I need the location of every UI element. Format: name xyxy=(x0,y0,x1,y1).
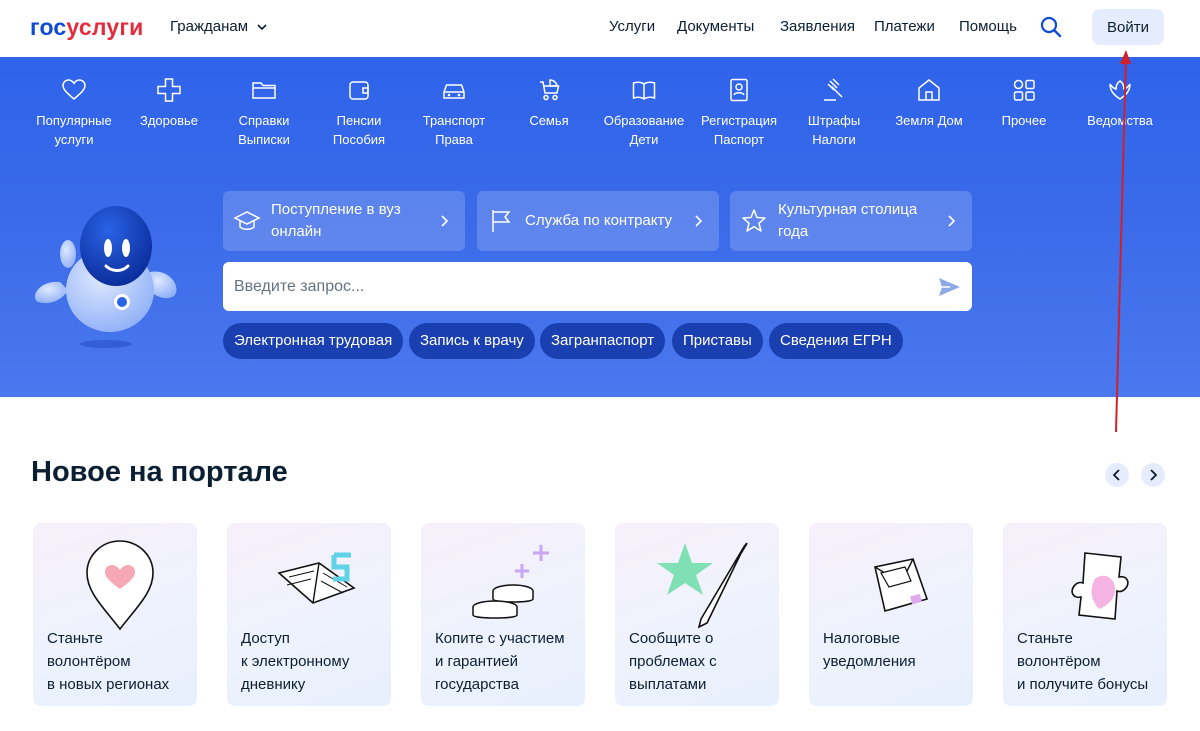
promo-label: Поступление в вуз онлайн xyxy=(271,201,401,240)
chevron-right-icon xyxy=(441,215,449,227)
gavel-icon xyxy=(824,78,843,101)
news-card-volunteer-bonuses[interactable]: Станьте волонтёром и получите бонусы xyxy=(1003,523,1167,706)
chip-doctor-appointment[interactable]: Запись к врачу xyxy=(409,323,535,359)
news-card-label: Станьте волонтёром и получите бонусы xyxy=(1017,630,1149,693)
category-label: Справки Выписки xyxy=(238,113,290,147)
send-icon[interactable] xyxy=(936,274,962,300)
graduation-cap-icon xyxy=(233,211,261,230)
promo-cultural-capital[interactable]: Культурная столица года xyxy=(730,191,972,251)
nav-dokumenty[interactable]: Документы xyxy=(677,18,754,35)
heart-pin-icon xyxy=(86,540,154,631)
chip-egrn-info[interactable]: Сведения ЕГРН xyxy=(769,323,903,359)
coins-icon xyxy=(472,545,549,619)
nav-uslugi[interactable]: Услуги xyxy=(609,18,655,35)
search-icon[interactable] xyxy=(1039,15,1063,39)
category-popular[interactable]: Популярные услуги xyxy=(26,77,122,149)
category-transport[interactable]: Транспорт Права xyxy=(406,77,502,149)
category-education[interactable]: Образование Дети xyxy=(596,77,692,149)
search-input[interactable] xyxy=(223,262,923,311)
chevron-right-icon xyxy=(695,215,703,227)
news-card-volunteer-regions[interactable]: Станьте волонтёром в новых регионах xyxy=(33,523,197,706)
chevron-right-icon xyxy=(948,215,956,227)
news-section-title: Новое на портале xyxy=(31,456,288,488)
category-label: Земля Дом xyxy=(895,113,963,128)
category-fines[interactable]: Штрафы Налоги xyxy=(786,77,882,149)
nav-zayavleniya[interactable]: Заявления xyxy=(780,18,855,35)
category-pensions[interactable]: Пенсии Пособия xyxy=(311,77,407,149)
carousel-prev-button[interactable] xyxy=(1105,463,1129,487)
nav-platezhi[interactable]: Платежи xyxy=(874,18,935,35)
book-icon xyxy=(632,81,656,100)
chip-bailiffs[interactable]: Приставы xyxy=(672,323,763,359)
category-label: Пенсии Пособия xyxy=(332,113,386,147)
news-card-savings[interactable]: Копите с участием и гарантией государств… xyxy=(421,523,585,706)
star-pen-icon xyxy=(657,542,748,629)
category-family[interactable]: Семья xyxy=(501,77,597,130)
house-icon xyxy=(918,79,940,101)
category-other[interactable]: Прочее xyxy=(976,77,1072,130)
folder-icon xyxy=(252,82,276,99)
category-label: Популярные услуги xyxy=(36,113,112,147)
open-diary-icon xyxy=(277,552,356,604)
top-nav: Услуги Документы Заявления Платежи Помощ… xyxy=(0,18,1200,38)
category-health[interactable]: Здоровье xyxy=(121,77,217,130)
annotation-arrow xyxy=(1115,50,1131,433)
news-card-payment-problems[interactable]: Сообщите о проблемах с выплатами xyxy=(615,523,779,706)
news-card-e-diary[interactable]: Доступ к электронному дневнику xyxy=(227,523,391,706)
news-card-label: Копите с участием и гарантией государств… xyxy=(435,630,565,693)
news-card-label: Доступ к электронному дневнику xyxy=(241,630,350,693)
carousel-next-button[interactable] xyxy=(1141,463,1165,487)
star-icon xyxy=(742,209,766,232)
chevron-right-icon xyxy=(1150,469,1158,481)
news-card-label: Станьте волонтёром в новых регионах xyxy=(47,630,170,693)
wallet-icon xyxy=(349,81,369,100)
category-label: Штрафы Налоги xyxy=(807,113,861,147)
category-label: Образование Дети xyxy=(603,113,685,147)
robot-max-mascot[interactable] xyxy=(30,202,182,352)
flag-icon xyxy=(492,210,511,232)
promo-university-admission[interactable]: Поступление в вуз онлайн xyxy=(223,191,465,251)
grid-icon xyxy=(1013,79,1035,101)
news-card-label: Налоговые уведомления xyxy=(823,630,916,670)
promo-label: Культурная столица года xyxy=(778,201,918,240)
envelope-icon xyxy=(874,558,929,613)
nav-pomosch[interactable]: Помощь xyxy=(959,18,1017,35)
chip-foreign-passport[interactable]: Загранпаспорт xyxy=(540,323,666,359)
category-label: Транспорт Права xyxy=(422,113,486,147)
puzzle-icon xyxy=(1071,552,1129,620)
search-box xyxy=(223,262,972,311)
stroller-icon xyxy=(540,79,560,101)
category-label: Здоровье xyxy=(139,113,199,128)
promo-contract-service[interactable]: Служба по контракту xyxy=(477,191,719,251)
promo-label: Служба по контракту xyxy=(525,212,673,229)
hero-banner: Популярные услуги Здоровье Справки Выпис… xyxy=(0,57,1200,397)
chevron-left-icon xyxy=(1112,469,1120,481)
id-card-icon xyxy=(730,78,748,102)
news-card-tax-notices[interactable]: Налоговые уведомления xyxy=(809,523,973,706)
category-label: Регистрация Паспорт xyxy=(701,113,777,147)
category-label: Прочее xyxy=(1001,113,1047,128)
chip-electronic-workbook[interactable]: Электронная трудовая xyxy=(223,323,404,359)
category-certificates[interactable]: Справки Выписки xyxy=(216,77,312,149)
news-card-label: Сообщите о проблемах с выплатами xyxy=(629,630,717,693)
category-registration[interactable]: Регистрация Паспорт xyxy=(691,77,787,149)
plus-cross-icon xyxy=(157,78,181,102)
heart-icon xyxy=(62,79,86,100)
car-icon xyxy=(443,84,465,99)
category-land[interactable]: Земля Дом xyxy=(881,77,977,130)
category-label: Семья xyxy=(529,113,569,128)
site-header: госуслуги Гражданам Услуги Документы Зая… xyxy=(0,0,1200,57)
